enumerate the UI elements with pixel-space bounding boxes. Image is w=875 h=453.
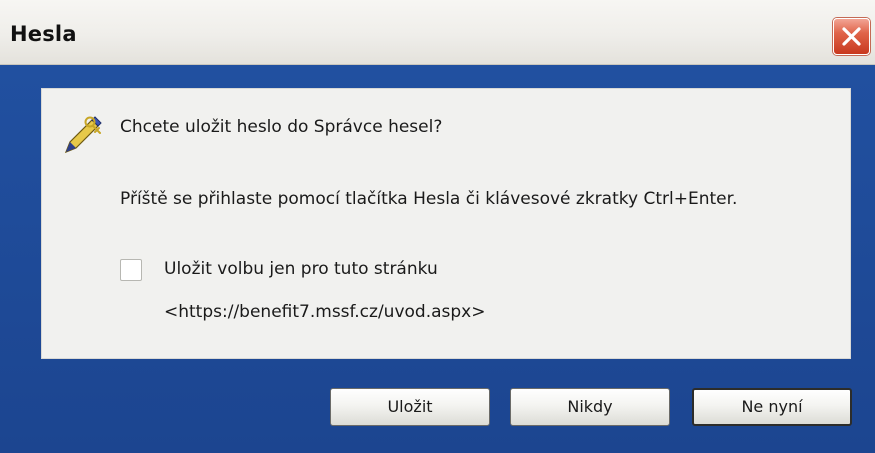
title-bar[interactable]: Hesla bbox=[0, 0, 875, 65]
not-now-button[interactable]: Ne nyní bbox=[692, 388, 852, 426]
password-dialog-window: Hesla Chcete uložit heslo do Správce hes… bbox=[0, 0, 875, 453]
site-url: <https://benefit7.mssf.cz/uvod.aspx> bbox=[164, 302, 486, 322]
shortcut-hint: Příště se přihlaste pomocí tlačítka Hesl… bbox=[120, 189, 738, 209]
pencil-key-icon bbox=[64, 116, 102, 154]
close-button[interactable] bbox=[833, 18, 870, 55]
save-password-question: Chcete uložit heslo do Správce hesel? bbox=[120, 117, 443, 137]
save-button[interactable]: Uložit bbox=[330, 388, 490, 426]
checkbox-label[interactable]: Uložit volbu jen pro tuto stránku bbox=[164, 259, 438, 279]
close-icon bbox=[842, 27, 861, 46]
remember-for-site-checkbox[interactable] bbox=[120, 259, 142, 281]
window-title: Hesla bbox=[10, 22, 77, 46]
never-button[interactable]: Nikdy bbox=[510, 388, 670, 426]
